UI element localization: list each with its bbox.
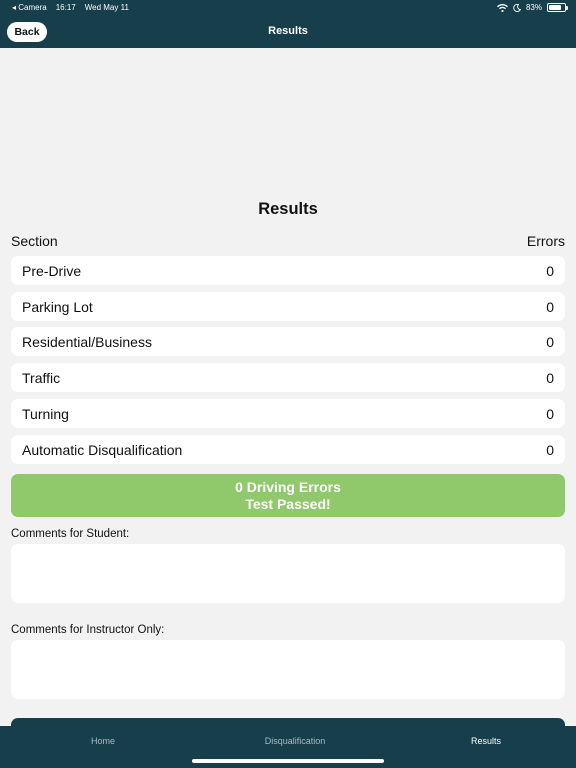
instructor-comments-field[interactable] bbox=[11, 640, 565, 699]
battery-icon bbox=[547, 3, 568, 12]
instructor-comments-label: Comments for Instructor Only: bbox=[11, 624, 165, 636]
status-time: 16:17 bbox=[55, 3, 76, 12]
home-indicator[interactable] bbox=[192, 759, 384, 763]
top-bar: ◂ Camera 16:17 Wed May 11 83% Back Resul… bbox=[0, 0, 576, 48]
error-total-text: 0 Driving Errors bbox=[235, 478, 341, 495]
battery-percent: 83% bbox=[525, 3, 542, 12]
nav-title: Results bbox=[268, 25, 308, 37]
result-row-traffic: Traffic 0 bbox=[11, 363, 565, 392]
error-count: 0 bbox=[546, 298, 554, 315]
error-count: 0 bbox=[546, 369, 554, 386]
wifi-icon bbox=[497, 3, 508, 12]
status-bar: ◂ Camera 16:17 Wed May 11 83% bbox=[0, 3, 576, 15]
section-name: Parking Lot bbox=[22, 298, 93, 315]
result-row-pre-drive: Pre-Drive 0 bbox=[11, 256, 565, 285]
section-name: Pre-Drive bbox=[22, 262, 82, 279]
page-title: Results bbox=[258, 200, 318, 218]
section-name: Residential/Business bbox=[22, 333, 152, 350]
result-row-turning: Turning 0 bbox=[11, 399, 565, 428]
section-name: Traffic bbox=[22, 369, 61, 386]
status-date: Wed May 11 bbox=[84, 3, 129, 12]
errors-column-header: Errors bbox=[526, 233, 565, 249]
result-row-automatic-disqualification: Automatic Disqualification 0 bbox=[11, 435, 565, 464]
section-column-header: Section bbox=[11, 233, 58, 249]
result-row-residential-business: Residential/Business 0 bbox=[11, 327, 565, 356]
error-count: 0 bbox=[546, 441, 554, 458]
error-count: 0 bbox=[546, 333, 554, 350]
student-comments-field[interactable] bbox=[11, 544, 565, 603]
section-name: Automatic Disqualification bbox=[22, 441, 183, 458]
result-row-parking-lot: Parking Lot 0 bbox=[11, 292, 565, 321]
section-name: Turning bbox=[22, 405, 69, 422]
battery-fill bbox=[549, 5, 562, 10]
student-comments-label: Comments for Student: bbox=[11, 528, 130, 540]
moon-icon bbox=[513, 3, 521, 12]
back-to-app-link[interactable]: ◂ Camera bbox=[12, 3, 47, 12]
tab-home[interactable]: Home bbox=[7, 736, 199, 746]
error-count: 0 bbox=[546, 405, 554, 422]
tab-disqualification[interactable]: Disqualification bbox=[199, 736, 391, 746]
tab-results[interactable]: Results bbox=[390, 736, 576, 746]
error-count: 0 bbox=[546, 262, 554, 279]
pass-status-text: Test Passed! bbox=[245, 495, 331, 512]
result-summary-banner: 0 Driving Errors Test Passed! bbox=[11, 474, 565, 517]
